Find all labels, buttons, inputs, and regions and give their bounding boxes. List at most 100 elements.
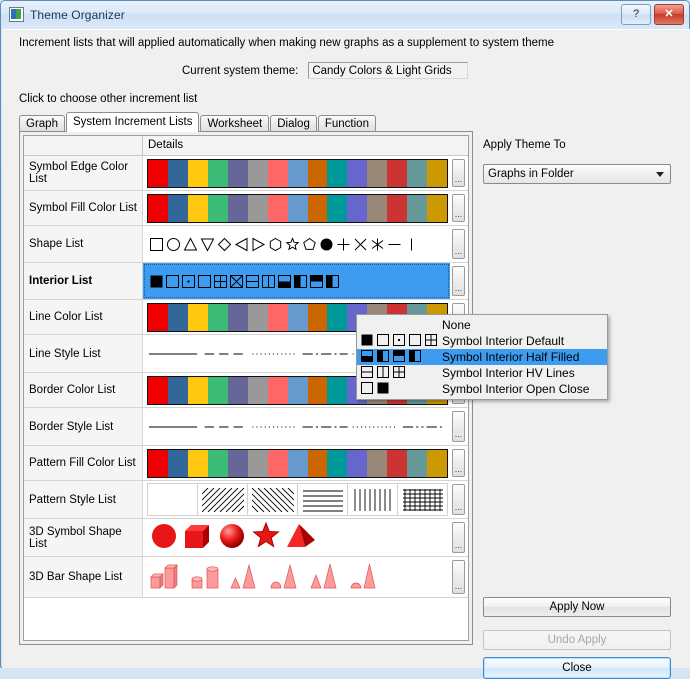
shape-glyph-pentagon — [302, 237, 317, 252]
color-swatch — [188, 377, 208, 404]
color-swatch — [248, 377, 268, 404]
list-row-detail[interactable] — [143, 191, 450, 225]
row-browse-button[interactable]: ... — [452, 484, 465, 515]
interior-glyph-cross-hatch — [213, 274, 228, 289]
menu-item-label: Symbol Interior Half Filled — [442, 350, 579, 364]
pattern-cell-vertical-lines — [348, 484, 398, 515]
list-row-detail[interactable] — [143, 481, 450, 518]
menu-item[interactable]: None — [357, 317, 607, 333]
close-button[interactable]: Close — [483, 657, 671, 679]
menu-item[interactable]: Symbol Interior HV Lines — [357, 365, 607, 381]
list-row-detail[interactable] — [143, 446, 450, 480]
row-browse-button[interactable]: ... — [452, 411, 465, 442]
color-swatch — [347, 450, 367, 477]
list-row[interactable]: Symbol Edge Color List... — [24, 156, 468, 191]
shape-glyph-triangle-down — [200, 237, 215, 252]
list-row[interactable]: Border Style List... — [24, 408, 468, 446]
menu-item[interactable]: Symbol Interior Open Close — [357, 381, 607, 397]
list-row[interactable]: 3D Bar Shape List... — [24, 557, 468, 598]
list-row-detail[interactable] — [143, 408, 450, 445]
interior-glyph-h-split — [245, 274, 260, 289]
list-row-label: Symbol Fill Color List — [24, 191, 143, 225]
tab-graph[interactable]: Graph — [19, 115, 65, 132]
color-swatch — [327, 377, 347, 404]
color-swatch — [188, 195, 208, 222]
shape-glyph-cross — [353, 237, 368, 252]
color-swatch — [288, 195, 308, 222]
tab-function[interactable]: Function — [318, 115, 376, 132]
color-swatch — [228, 450, 248, 477]
color-swatch — [427, 160, 447, 187]
color-swatch — [208, 304, 228, 331]
list-row-detail[interactable] — [143, 156, 450, 190]
row-browse-button[interactable]: ... — [452, 449, 465, 477]
pattern-cell-horizontal-lines — [298, 484, 348, 515]
bar3d-increment-strip[interactable] — [147, 560, 448, 594]
apply-theme-to-select[interactable]: Graphs in Folder — [483, 164, 671, 184]
help-button[interactable]: ? — [621, 4, 651, 25]
shape3d-increment-strip[interactable] — [147, 522, 448, 553]
line-style-increment-strip[interactable] — [147, 411, 448, 442]
close-window-button[interactable]: ✕ — [654, 4, 684, 25]
color-swatch — [427, 450, 447, 477]
interior-increment-strip[interactable] — [147, 266, 448, 296]
color-swatch — [268, 304, 288, 331]
pattern-cell-grid — [398, 484, 447, 515]
tab-dialog[interactable]: Dialog — [270, 115, 317, 132]
interior-glyph-left-half — [376, 349, 390, 366]
interior-glyph-dot-center — [392, 333, 406, 350]
color-swatch — [268, 195, 288, 222]
row-browse-button[interactable]: ... — [452, 194, 465, 222]
pattern-increment-strip[interactable] — [147, 483, 448, 516]
color-swatch — [387, 195, 407, 222]
list-row-detail[interactable] — [143, 226, 450, 262]
color-increment-strip[interactable] — [147, 194, 448, 223]
color-increment-strip[interactable] — [147, 449, 448, 478]
menu-item-label: Symbol Interior Default — [442, 334, 564, 348]
color-swatch — [148, 377, 168, 404]
color-increment-strip[interactable] — [147, 159, 448, 188]
list-row[interactable]: Pattern Style List... — [24, 481, 468, 519]
row-browse-button[interactable]: ... — [452, 266, 465, 296]
row-browse-button[interactable]: ... — [452, 560, 465, 594]
color-swatch — [288, 160, 308, 187]
row-browse-button[interactable]: ... — [452, 229, 465, 259]
list-row-label: Border Style List — [24, 408, 143, 445]
menu-item[interactable]: Symbol Interior Default — [357, 333, 607, 349]
close-icon: ✕ — [664, 9, 673, 20]
interior-glyph-solid — [360, 333, 374, 350]
color-swatch — [228, 304, 248, 331]
list-row[interactable]: Interior List... — [24, 263, 468, 300]
current-theme-field[interactable]: Candy Colors & Light Grids — [308, 62, 468, 79]
color-swatch — [168, 450, 188, 477]
interior-glyph-top-half — [309, 274, 324, 289]
bar3d-cones-small — [229, 561, 269, 594]
list-row[interactable]: Pattern Fill Color List... — [24, 446, 468, 481]
list-row-label: 3D Symbol Shape List — [24, 519, 143, 556]
interior-glyph-left-half — [293, 274, 308, 289]
interior-glyph-bottom-half — [360, 349, 374, 366]
row-browse-button[interactable]: ... — [452, 159, 465, 187]
apply-now-button[interactable]: Apply Now — [483, 597, 671, 617]
menu-item[interactable]: Symbol Interior Half Filled — [357, 349, 607, 365]
color-swatch — [208, 195, 228, 222]
list-row[interactable]: Symbol Fill Color List... — [24, 191, 468, 226]
list-row-detail[interactable] — [143, 263, 450, 299]
color-swatch — [248, 195, 268, 222]
menu-item-glyphs — [360, 365, 442, 382]
pattern-cell-diagonal-up — [198, 484, 248, 515]
list-row-detail[interactable] — [143, 519, 450, 556]
shape-increment-strip[interactable] — [147, 229, 448, 259]
color-swatch — [208, 160, 228, 187]
color-swatch — [347, 195, 367, 222]
tab-system-increment-lists[interactable]: System Increment Lists — [66, 112, 200, 132]
list-header: Details — [24, 136, 468, 156]
pattern-cell-none — [148, 484, 198, 515]
list-row[interactable]: 3D Symbol Shape List... — [24, 519, 468, 557]
list-row[interactable]: Shape List... — [24, 226, 468, 263]
color-swatch — [288, 377, 308, 404]
row-browse-button[interactable]: ... — [452, 522, 465, 553]
list-row-detail[interactable] — [143, 557, 450, 597]
color-swatch — [367, 160, 387, 187]
tab-worksheet[interactable]: Worksheet — [200, 115, 269, 132]
